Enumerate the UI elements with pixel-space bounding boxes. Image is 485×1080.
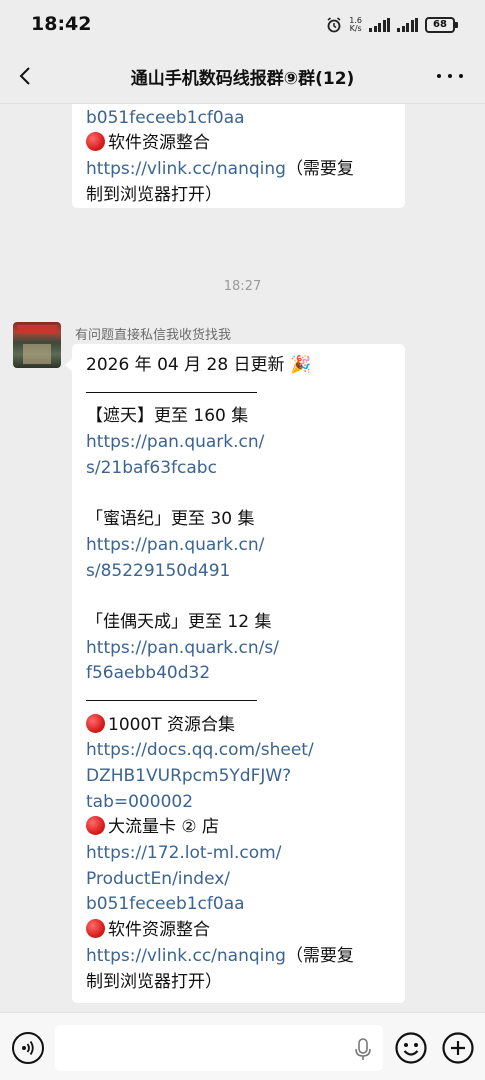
red-circle-icon: [86, 132, 105, 152]
signal-1-icon: [369, 18, 390, 32]
message-link[interactable]: https://vlink.cc/nanqing: [86, 946, 286, 966]
message-link-line: https://pan.quark.cn/: [86, 430, 391, 456]
message-link[interactable]: https://172.lot-ml.com/: [86, 843, 281, 863]
message-text-line: 软件资源整合: [86, 131, 391, 157]
message-link-line: DZHB1VURpcm5YdFJW?: [86, 764, 391, 790]
status-bar: 18:42 1.6 K/s 68: [0, 0, 485, 50]
message-link-line: https://172.lot-ml.com/: [86, 841, 391, 867]
battery-icon: 68: [425, 17, 458, 33]
status-time: 18:42: [31, 13, 92, 35]
message-link-line: s/85229150d491: [86, 559, 391, 585]
message-link[interactable]: s/85229150d491: [86, 561, 230, 581]
message-bubble-previous[interactable]: ProductEn/index/b051feceeb1cf0aa软件资源整合ht…: [72, 104, 405, 209]
divider-line: [86, 687, 391, 713]
red-circle-icon: [86, 919, 105, 939]
status-icons: 1.6 K/s 68: [326, 14, 458, 36]
message-text: 「蜜语纪」更至 30 集: [86, 509, 255, 530]
message-link-line: https://vlink.cc/nanqing（需要复: [86, 944, 391, 970]
divider-line: [86, 379, 391, 405]
plus-icon[interactable]: [441, 1031, 475, 1065]
red-circle-icon: [86, 713, 105, 733]
sender-name: 有问题直接私信我收货找我: [75, 328, 232, 343]
message-link[interactable]: ProductEn/index/: [86, 869, 230, 889]
message-text-line: 软件资源整合: [86, 918, 391, 944]
message-link[interactable]: https://pan.quark.cn/: [86, 535, 264, 555]
message-text: 软件资源整合: [108, 133, 210, 154]
message-link-line: https://pan.quark.cn/s/: [86, 636, 391, 662]
message-link-line: tab=000002: [86, 790, 391, 816]
message-link[interactable]: https://vlink.cc/nanqing: [86, 159, 286, 179]
red-circle-icon: [86, 816, 105, 836]
message-link-line: b051feceeb1cf0aa: [86, 106, 391, 132]
message-link[interactable]: https://pan.quark.cn/s/: [86, 638, 279, 658]
message-timestamp: 18:27: [223, 279, 262, 294]
message-link-line: https://pan.quark.cn/: [86, 533, 391, 559]
message-link[interactable]: b051feceeb1cf0aa: [86, 108, 245, 128]
network-speed-unit: K/s: [349, 24, 362, 33]
message-link-line: b051feceeb1cf0aa: [86, 892, 391, 918]
message-link[interactable]: b051feceeb1cf0aa: [86, 894, 245, 914]
input-bar: [0, 1012, 485, 1080]
chat-area[interactable]: ProductEn/index/b051feceeb1cf0aa 软件资源整合 ht…: [0, 104, 485, 1012]
message-link[interactable]: f56aebb40d32: [86, 663, 210, 683]
message-text: （需要复: [285, 159, 354, 180]
message-link-line: f56aebb40d32: [86, 661, 391, 687]
message-link-line: https://vlink.cc/nanqing（需要复: [86, 157, 391, 183]
message-link[interactable]: DZHB1VURpcm5YdFJW?: [86, 766, 291, 786]
chat-header: 通山手机数码线报群⑨群(12): [0, 50, 485, 104]
message-text-line: 1000T 资源合集: [86, 713, 391, 739]
back-arrow-icon[interactable]: [14, 64, 38, 88]
message-link-line: ProductEn/index/: [86, 867, 391, 893]
avatar[interactable]: [13, 322, 61, 368]
message-text: 制到浏览器打开）: [86, 971, 222, 992]
message-link[interactable]: tab=000002: [86, 792, 193, 812]
message-link-line: s/21baf63fcabc: [86, 456, 391, 482]
network-speed: 1.6 K/s: [349, 17, 362, 33]
message-text-line: 大流量卡 ② 店: [86, 815, 391, 841]
message-text: 2026 年 04 月 28 日更新 🎉: [86, 355, 312, 375]
message-input[interactable]: [55, 1025, 383, 1071]
more-dots-icon[interactable]: [437, 74, 463, 80]
message-link-line: https://docs.qq.com/sheet/: [86, 738, 391, 764]
message-link[interactable]: s/21baf63fcabc: [86, 458, 217, 478]
message-text: 软件资源整合: [108, 920, 210, 941]
message-text: （需要复: [285, 945, 354, 966]
chat-title: 通山手机数码线报群⑨群(12): [130, 69, 355, 89]
mic-icon[interactable]: [354, 1038, 372, 1062]
emoji-icon[interactable]: [394, 1031, 428, 1065]
message-text: 1000T 资源合集: [108, 714, 236, 735]
alarm-icon: [327, 17, 341, 33]
voice-icon[interactable]: [12, 1032, 44, 1064]
message-link[interactable]: https://docs.qq.com/sheet/: [86, 740, 314, 760]
message-text: 制到浏览器打开）: [86, 184, 222, 205]
message-link[interactable]: https://pan.quark.cn/: [86, 432, 264, 452]
message-text: 「佳偶天成」更至 12 集: [86, 611, 272, 632]
message-text: 大流量卡 ② 店: [108, 817, 220, 838]
message-bubble[interactable]: 2026 年 04 月 28 日更新 🎉 【遮天】更至 160 集 https://…: [65, 344, 405, 1004]
signal-2-icon: [397, 18, 418, 32]
message-text: 【遮天】更至 160 集: [86, 406, 249, 427]
